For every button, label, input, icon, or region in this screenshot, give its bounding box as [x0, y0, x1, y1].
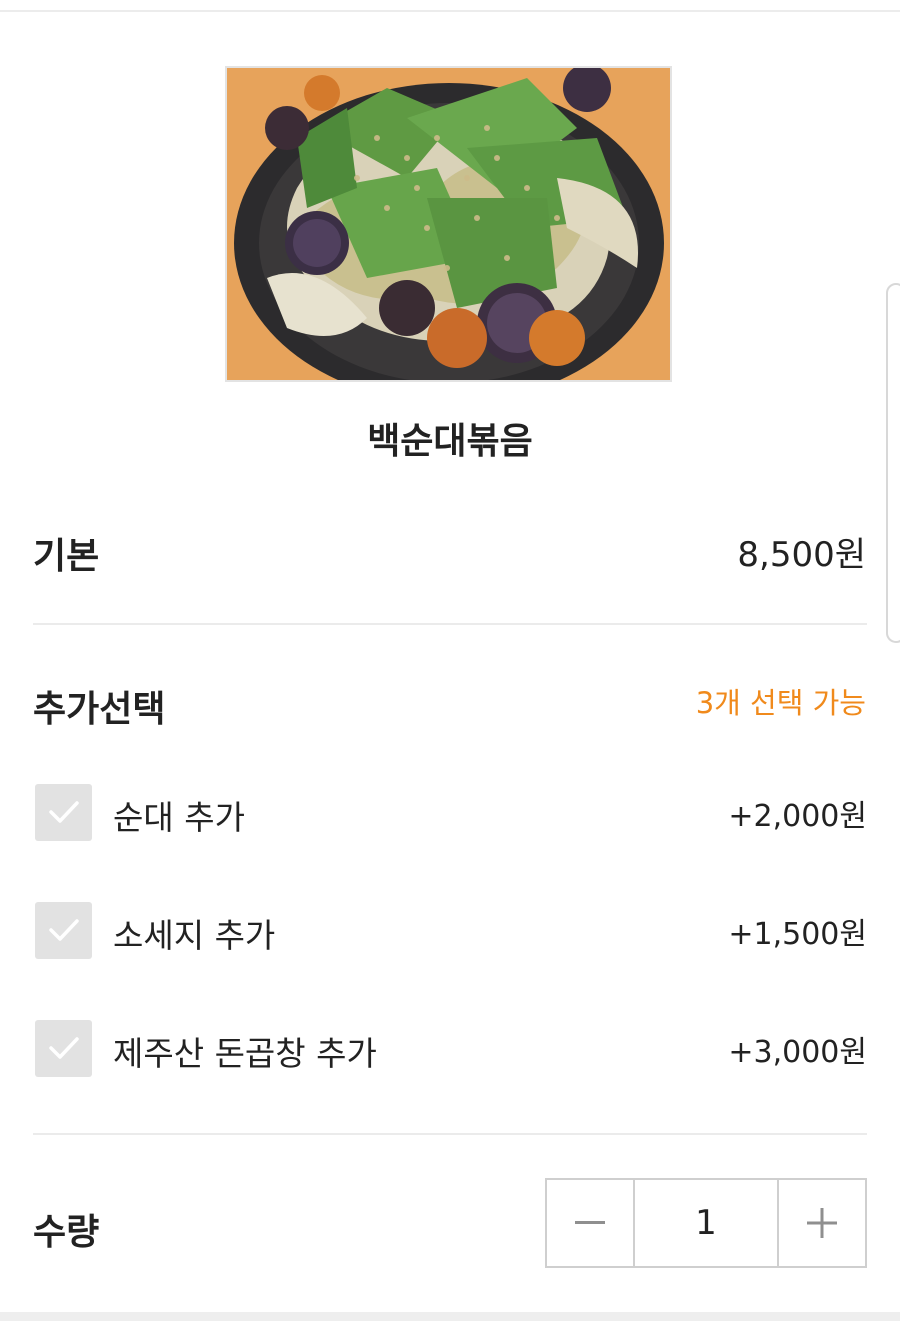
- options-hint: 3개 선택 가능: [695, 686, 866, 720]
- option-row[interactable]: 순대 추가 +2,000원: [33, 784, 867, 844]
- option-checkbox[interactable]: [35, 902, 92, 959]
- product-name: 백순대볶음: [367, 421, 533, 462]
- option-checkbox[interactable]: [35, 784, 92, 841]
- option-row[interactable]: 제주산 돈곱창 추가 +3,000원: [33, 1020, 867, 1080]
- option-row[interactable]: 소세지 추가 +1,500원: [33, 902, 867, 962]
- option-label: 소세지 추가: [113, 916, 276, 955]
- options-title: 추가선택: [33, 689, 166, 730]
- option-price: +1,500원: [728, 917, 867, 952]
- quantity-label: 수량: [33, 1212, 100, 1253]
- minus-icon: [575, 1221, 605, 1224]
- plus-icon: [807, 1208, 837, 1238]
- top-divider: [0, 10, 900, 12]
- check-icon: [49, 801, 79, 823]
- menu-option-page: 백순대볶음 기본 8,500원 추가선택 3개 선택 가능 순대 추가 +2,0…: [0, 0, 900, 1321]
- bottom-divider: [0, 1312, 900, 1321]
- quantity-stepper: 1: [545, 1178, 867, 1268]
- product-photo: [225, 66, 672, 382]
- quantity-increase-button[interactable]: [777, 1180, 865, 1266]
- option-price: +3,000원: [728, 1035, 867, 1070]
- option-price: +2,000원: [728, 799, 867, 834]
- option-label: 제주산 돈곱창 추가: [113, 1034, 377, 1073]
- check-icon: [49, 919, 79, 941]
- base-label: 기본: [33, 536, 100, 577]
- quantity-value[interactable]: 1: [635, 1180, 777, 1266]
- section-divider: [33, 1133, 867, 1135]
- base-price: 8,500원: [737, 535, 866, 575]
- quantity-decrease-button[interactable]: [547, 1180, 635, 1266]
- option-label: 순대 추가: [113, 798, 245, 837]
- check-icon: [49, 1037, 79, 1059]
- section-divider: [33, 623, 867, 625]
- option-checkbox[interactable]: [35, 1020, 92, 1077]
